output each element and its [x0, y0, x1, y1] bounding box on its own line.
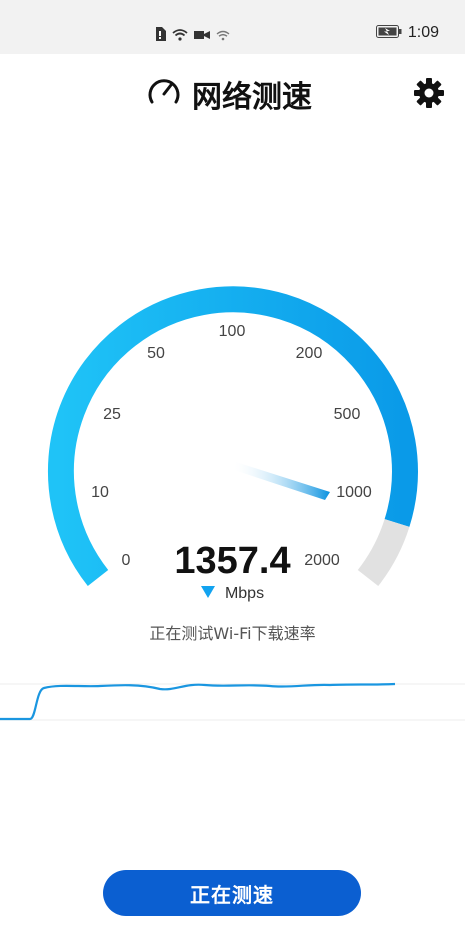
gear-icon — [412, 78, 446, 114]
sim-alert-icon — [154, 26, 166, 45]
download-arrow-icon — [200, 585, 215, 603]
gauge-label-50: 50 — [147, 345, 165, 362]
wifi-icon — [172, 26, 188, 45]
video-icon — [194, 26, 210, 45]
battery-icon — [375, 23, 402, 42]
speed-reading: 1357.4 — [174, 540, 291, 582]
speed-graph — [0, 682, 465, 721]
test-status-text: 正在测试Wi-Fi下载速率 — [149, 624, 316, 643]
title-wrap: 网络测速 — [146, 72, 312, 116]
unit-row: Mbps — [0, 585, 465, 603]
speedometer-icon — [146, 74, 182, 114]
speed-graph-line — [0, 682, 396, 721]
gauge-label-10: 10 — [91, 484, 109, 501]
gauge-needle — [234, 462, 330, 500]
gauge-label-100: 100 — [219, 323, 246, 340]
gauge-label-500: 500 — [334, 406, 361, 423]
settings-button[interactable] — [412, 76, 446, 110]
status-time: 1:09 — [407, 23, 439, 41]
gauge-arc-progress — [48, 286, 418, 587]
speed-unit: Mbps — [224, 585, 265, 602]
header: 网络测速 — [0, 64, 465, 120]
testing-button[interactable]: 正在测速 — [103, 870, 361, 916]
gauge-label-25: 25 — [103, 406, 121, 423]
status-bar: 1:09 — [0, 0, 465, 54]
status-right: 1:09 — [375, 23, 439, 42]
gauge-label-1000: 1000 — [336, 484, 372, 501]
page-title: 网络测速 — [192, 80, 312, 115]
status-icons — [154, 26, 230, 45]
wifi-icon — [216, 26, 230, 45]
gauge-label-200: 200 — [296, 345, 323, 362]
